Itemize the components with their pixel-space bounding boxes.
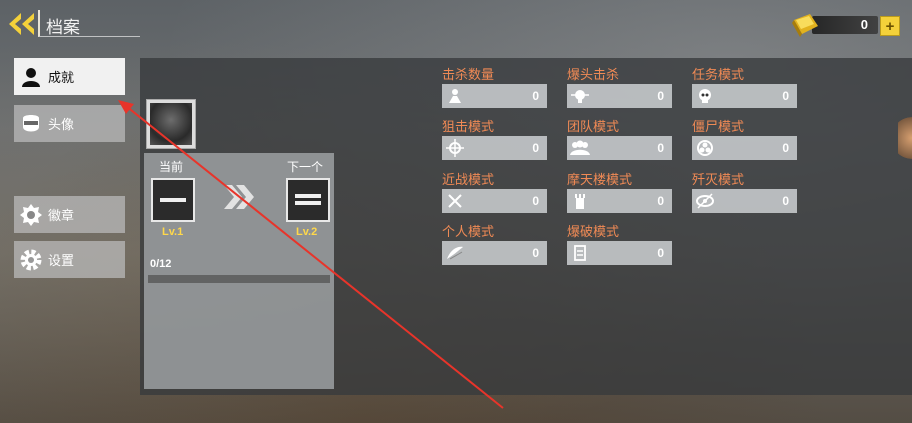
currency-value: 0 xyxy=(860,17,868,32)
next-level-label: 下一个 xyxy=(287,160,324,174)
sidebar-item-label: 成就 xyxy=(48,70,75,85)
stat-title: 个人模式 xyxy=(442,224,495,239)
stat-title: 歼灭模式 xyxy=(692,172,745,187)
back-button[interactable] xyxy=(6,10,38,38)
currency-display: 0 + xyxy=(790,10,902,38)
stat-value-box: 0 xyxy=(567,84,672,108)
stat-value: 0 xyxy=(782,141,789,155)
eye-slash-icon xyxy=(692,189,718,213)
next-level-value: Lv.2 xyxy=(296,226,318,238)
stat-value-box: 0 xyxy=(442,84,547,108)
stat-value: 0 xyxy=(532,246,539,260)
skull-icon xyxy=(692,84,718,108)
next-rank-icon xyxy=(286,178,330,222)
skull-target-icon xyxy=(567,84,593,108)
stat-value: 0 xyxy=(782,194,789,208)
stat-title: 摩天楼模式 xyxy=(567,172,633,187)
stat-card: 任务模式 0 xyxy=(692,67,797,108)
stat-title: 僵尸模式 xyxy=(692,119,745,134)
stat-card: 僵尸模式 0 xyxy=(692,119,797,160)
stat-value: 0 xyxy=(657,141,664,155)
soldier-avatar-icon xyxy=(150,103,192,145)
gear-icon xyxy=(14,241,48,278)
stat-value: 0 xyxy=(657,89,664,103)
stat-value-box: 0 xyxy=(567,241,672,265)
stat-value: 0 xyxy=(532,89,539,103)
biohazard-icon xyxy=(692,136,718,160)
wings-icon xyxy=(442,241,468,265)
crossed-swords-icon xyxy=(442,189,468,213)
sidebar-item-avatar[interactable]: 头像 xyxy=(14,105,125,142)
back-arrow-icon xyxy=(9,13,34,35)
sidebar-item-label: 徽章 xyxy=(48,208,75,223)
current-level-value: Lv.1 xyxy=(162,226,184,238)
kill-icon xyxy=(442,84,468,108)
crosshair-icon xyxy=(442,136,468,160)
sidebar-item-label: 头像 xyxy=(48,117,75,132)
progress-bar xyxy=(148,275,330,283)
sidebar-item-achievements[interactable]: 成就 xyxy=(14,58,125,95)
stat-card: 爆破模式 0 xyxy=(567,224,672,265)
avatar[interactable] xyxy=(146,99,196,149)
page-title-box: 档案 xyxy=(38,10,140,37)
double-chevron-right-icon xyxy=(224,185,254,209)
sidebar-item-settings[interactable]: 设置 xyxy=(14,241,125,278)
stat-value-box: 0 xyxy=(567,136,672,160)
bomb-doc-icon xyxy=(567,241,593,265)
currency-bar: 0 xyxy=(812,16,878,34)
stat-value-box: 0 xyxy=(442,136,547,160)
tower-icon xyxy=(567,189,593,213)
face-mask-icon xyxy=(14,105,48,142)
stat-value-box: 0 xyxy=(692,136,797,160)
stat-title: 任务模式 xyxy=(692,67,745,82)
stat-title: 爆头击杀 xyxy=(567,67,620,82)
stat-card: 摩天楼模式 0 xyxy=(567,172,672,213)
stat-value: 0 xyxy=(532,194,539,208)
edge-decoration xyxy=(898,112,912,164)
stat-value-box: 0 xyxy=(692,189,797,213)
stat-value-box: 0 xyxy=(567,189,672,213)
stat-title: 狙击模式 xyxy=(442,119,495,134)
stat-value-box: 0 xyxy=(442,241,547,265)
current-rank-icon xyxy=(151,178,195,222)
stat-card: 爆头击杀 0 xyxy=(567,67,672,108)
stat-card: 团队模式 0 xyxy=(567,119,672,160)
team-icon xyxy=(567,136,593,160)
sidebar-item-badges[interactable]: 徽章 xyxy=(14,196,125,233)
stat-value: 0 xyxy=(657,194,664,208)
stat-value-box: 0 xyxy=(692,84,797,108)
person-icon xyxy=(14,58,48,95)
stat-card: 击杀数量 0 xyxy=(442,67,547,108)
sidebar-item-label: 设置 xyxy=(48,253,75,268)
stat-value-box: 0 xyxy=(442,189,547,213)
stat-card: 近战模式 0 xyxy=(442,172,547,213)
stat-title: 爆破模式 xyxy=(567,224,620,239)
page-title: 档案 xyxy=(46,18,80,37)
stat-card: 个人模式 0 xyxy=(442,224,547,265)
stat-value: 0 xyxy=(782,89,789,103)
stat-value: 0 xyxy=(532,141,539,155)
stat-value: 0 xyxy=(657,246,664,260)
current-level-label: 当前 xyxy=(159,160,184,174)
stat-card: 狙击模式 0 xyxy=(442,119,547,160)
add-currency-button[interactable]: + xyxy=(880,16,900,36)
badge-icon xyxy=(14,196,48,233)
stat-title: 击杀数量 xyxy=(442,67,495,82)
stat-title: 近战模式 xyxy=(442,172,495,187)
gold-bar-icon xyxy=(792,14,818,37)
stat-title: 团队模式 xyxy=(567,119,620,134)
progress-text: 0/12 xyxy=(150,258,172,270)
stat-card: 歼灭模式 0 xyxy=(692,172,797,213)
